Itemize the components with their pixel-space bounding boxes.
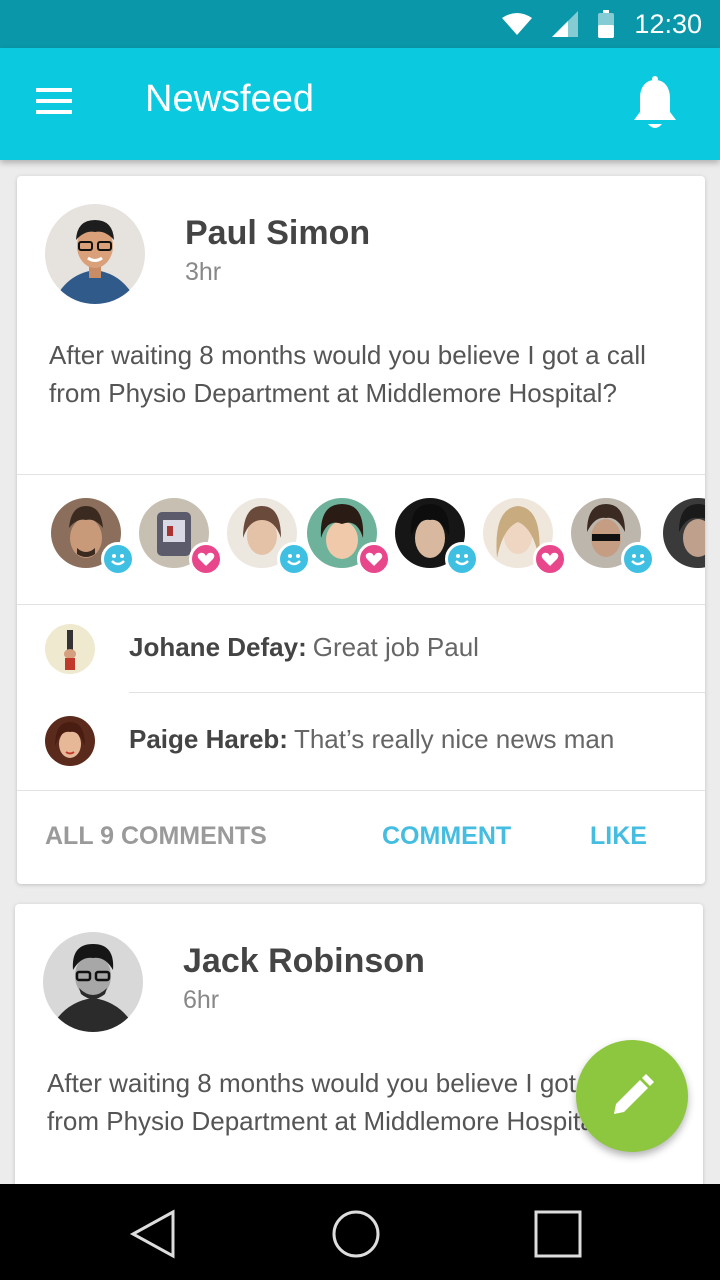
post-time: 6hr — [183, 986, 220, 1014]
smile-icon — [445, 542, 479, 576]
avatar[interactable] — [43, 932, 143, 1032]
smile-icon — [277, 542, 311, 576]
menu-icon[interactable] — [36, 88, 72, 118]
pencil-icon — [614, 1074, 654, 1114]
battery-icon — [598, 10, 615, 38]
post-card: Paul Simon 3hr After waiting 8 months wo… — [17, 176, 705, 884]
page-title: Newsfeed — [145, 78, 314, 120]
home-icon[interactable] — [330, 1208, 382, 1260]
reactions-row — [17, 476, 705, 606]
reactor-avatar[interactable] — [483, 498, 567, 576]
reactor-avatar[interactable] — [227, 498, 311, 576]
avatar[interactable] — [45, 716, 95, 766]
comment-text: Great job Paul — [312, 632, 479, 662]
reactor-avatar[interactable] — [139, 498, 223, 576]
like-button[interactable]: LIKE — [590, 822, 647, 851]
compose-button[interactable] — [576, 1040, 688, 1152]
heart-icon — [533, 542, 567, 576]
back-icon[interactable] — [127, 1208, 179, 1260]
post-body: After waiting 8 months would you believe… — [49, 340, 646, 408]
app-bar: Newsfeed — [0, 48, 720, 160]
divider — [129, 692, 705, 693]
signal-icon — [552, 11, 579, 37]
post-author[interactable]: Jack Robinson — [183, 942, 425, 981]
comment-text: That’s really nice news man — [293, 724, 615, 754]
post-actions: ALL 9 COMMENTS COMMENT LIKE — [17, 792, 705, 884]
divider — [17, 474, 705, 475]
recents-icon[interactable] — [532, 1208, 584, 1260]
reactor-avatar[interactable] — [307, 498, 391, 576]
heart-icon — [357, 542, 391, 576]
bell-icon[interactable] — [630, 76, 680, 132]
clock: 12:30 — [634, 8, 702, 39]
reactor-avatar[interactable] — [395, 498, 479, 576]
comment-button[interactable]: COMMENT — [382, 822, 720, 912]
wifi-icon — [502, 13, 533, 35]
reactor-avatar[interactable] — [571, 498, 655, 576]
post-author[interactable]: Paul Simon — [185, 214, 370, 253]
newsfeed[interactable]: Paul Simon 3hr After waiting 8 months wo… — [0, 160, 720, 1184]
post-body: After waiting 8 months would you believe… — [47, 1068, 644, 1136]
heart-icon — [189, 542, 223, 576]
comment-item: Johane Defay: Great job Paul — [17, 604, 705, 694]
system-nav-bar — [0, 1184, 720, 1280]
comment-author[interactable]: Johane Defay: — [129, 632, 307, 662]
avatar[interactable] — [45, 624, 95, 674]
smile-icon — [621, 542, 655, 576]
comment-item: Paige Hareb: That’s really nice news man — [17, 696, 705, 786]
divider — [17, 790, 705, 791]
comment-author[interactable]: Paige Hareb: — [129, 724, 288, 754]
smile-icon — [101, 542, 135, 576]
reactor-avatar[interactable] — [663, 498, 705, 568]
avatar[interactable] — [45, 204, 145, 304]
post-time: 3hr — [185, 258, 222, 286]
reactor-avatar[interactable] — [51, 498, 135, 576]
status-bar: 12:30 — [0, 0, 720, 48]
all-comments-button[interactable]: ALL 9 COMMENTS — [45, 822, 267, 851]
